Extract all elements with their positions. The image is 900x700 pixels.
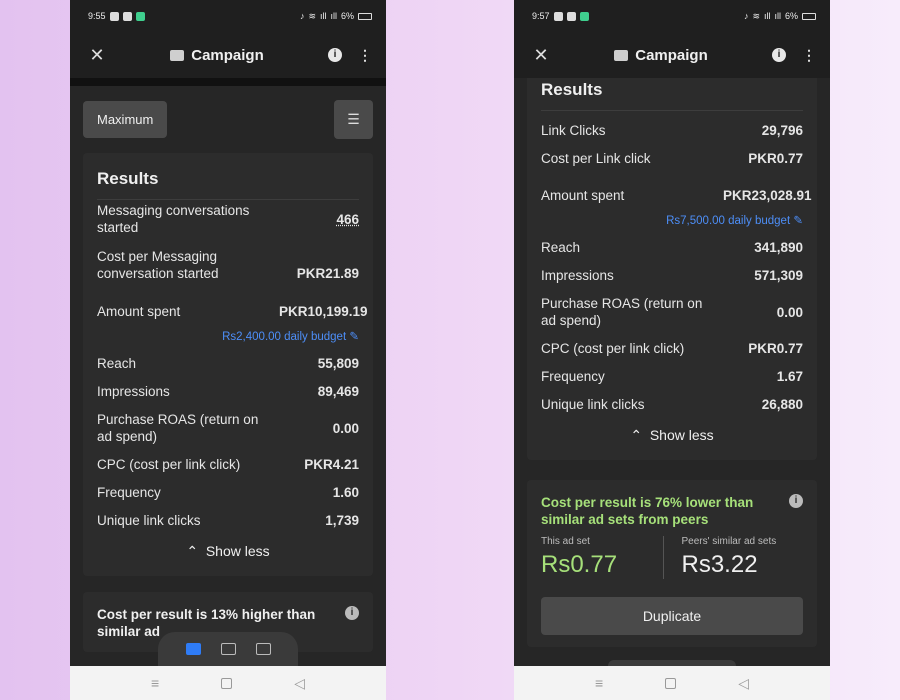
back-icon[interactable]: ◁ <box>294 675 305 692</box>
top-bar: ✕ Campaign i ⋮ <box>514 32 830 78</box>
sliders-icon: ☰ <box>347 111 360 127</box>
battery-percent: 6% <box>340 11 354 21</box>
metric-row: Link Clicks 29,796 <box>541 123 803 138</box>
battery-percent: 6% <box>784 11 798 21</box>
this-ad-set-value: Rs0.77 <box>541 551 618 578</box>
metric-row: CPC (cost per link click) PKR4.21 <box>97 457 359 472</box>
page-title: Campaign <box>170 47 264 64</box>
show-less-button[interactable]: ⌃ Show less <box>97 529 359 566</box>
wifi-icon: ≋ <box>308 10 316 21</box>
status-bar: 9:57 ♪ ≋ ıll ıll 6% <box>514 0 830 32</box>
results-card: Results Messaging conversations started … <box>83 153 373 576</box>
duplicate-button[interactable]: Duplicate <box>541 597 803 635</box>
chevron-up-icon: ⌃ <box>186 543 199 559</box>
tablet-icon[interactable] <box>255 643 271 655</box>
phone-screen-right: 9:57 ♪ ≋ ıll ıll 6% ✕ Campaign i ⋮ Resul… <box>514 0 830 700</box>
battery-icon <box>802 12 816 20</box>
metric-row: Amount spent PKR23,028.91 <box>541 187 812 203</box>
menu-icon[interactable]: ≡ <box>595 675 603 691</box>
menu-icon[interactable]: ≡ <box>151 675 159 691</box>
back-icon[interactable]: ◁ <box>738 675 749 692</box>
metric-row: Messaging conversations started 466 <box>97 203 359 235</box>
scroll-content[interactable]: Results Link Clicks 29,796 Cost per Link… <box>514 78 830 666</box>
peers-value: Rs3.22 <box>681 551 758 578</box>
floating-dock <box>158 632 298 666</box>
peer-comparison-card: Cost per result is 76% lower than simila… <box>527 480 817 647</box>
metric-row: Impressions 89,469 <box>97 384 359 399</box>
info-icon[interactable]: i <box>789 494 803 508</box>
more-vertical-icon[interactable]: ⋮ <box>358 47 372 64</box>
metric-row: Reach 55,809 <box>97 356 359 371</box>
battery-icon <box>358 12 372 20</box>
metric-row: Cost per Messaging conversation started … <box>97 249 359 281</box>
metric-row: Reach 341,890 <box>541 240 803 255</box>
status-time: 9:55 <box>88 11 106 21</box>
metric-row: Frequency 1.60 <box>97 485 359 500</box>
daily-budget-link[interactable]: Rs2,400.00 daily budget ✎ <box>97 328 359 343</box>
signal-icon: ıll <box>319 11 327 21</box>
pencil-icon: ✎ <box>793 215 803 227</box>
signal-icon: ıll <box>763 11 771 21</box>
close-icon[interactable]: ✕ <box>532 45 550 66</box>
peer-headline: Cost per result is 76% lower than simila… <box>541 495 754 527</box>
info-icon[interactable]: i <box>327 48 342 62</box>
maximum-button[interactable]: Maximum <box>83 101 168 138</box>
filter-button[interactable]: ☰ <box>334 100 373 139</box>
metric-row: Cost per Link click PKR0.77 <box>541 151 803 166</box>
phone-screen-left: 9:55 ♪ ≋ ıll ıll 6% ✕ Campaign i ⋮ Maxim… <box>70 0 386 700</box>
folder-icon <box>614 49 629 61</box>
mute-icon: ♪ <box>743 11 749 21</box>
metric-row: Amount spent PKR10,199.19 <box>97 303 368 319</box>
signal-icon-2: ıll <box>330 11 337 21</box>
mute-icon: ♪ <box>299 11 305 21</box>
pencil-icon: ✎ <box>349 331 359 343</box>
info-icon[interactable]: i <box>771 48 786 62</box>
status-time: 9:57 <box>532 11 550 21</box>
divider <box>70 78 386 86</box>
show-less-button[interactable]: ⌃ Show less <box>541 413 803 450</box>
chevron-up-icon: ⌃ <box>630 427 643 443</box>
snapchat-icon <box>566 11 576 21</box>
info-icon[interactable]: i <box>345 606 359 620</box>
metric-row: Purchase ROAS (return on ad spend) 0.00 <box>541 296 803 328</box>
notification-icon <box>109 11 119 21</box>
grid-icon[interactable] <box>220 643 236 655</box>
notification-icon <box>553 11 563 21</box>
system-nav-bar: ≡ ◁ <box>514 666 830 700</box>
metric-row: Unique link clicks 1,739 <box>97 513 359 528</box>
folder-icon[interactable] <box>185 643 201 655</box>
metric-row: Impressions 571,309 <box>541 268 803 283</box>
metric-row: Frequency 1.67 <box>541 369 803 384</box>
metric-row: Unique link clicks 26,880 <box>541 397 803 412</box>
metric-row: CPC (cost per link click) PKR0.77 <box>541 341 803 356</box>
top-bar: ✕ Campaign i ⋮ <box>70 32 386 78</box>
app-icon <box>135 11 145 21</box>
close-icon[interactable]: ✕ <box>88 45 106 66</box>
this-ad-set-column: This ad set Rs0.77 <box>541 536 663 579</box>
scroll-content[interactable]: Maximum ☰ Results Messaging conversation… <box>70 86 386 666</box>
home-icon[interactable] <box>221 677 233 689</box>
snapchat-icon <box>122 11 132 21</box>
metric-row: Purchase ROAS (return on ad spend) 0.00 <box>97 412 359 444</box>
home-icon[interactable] <box>665 677 677 689</box>
wifi-icon: ≋ <box>752 10 760 21</box>
page-title: Campaign <box>614 47 708 64</box>
more-vertical-icon[interactable]: ⋮ <box>802 47 816 64</box>
status-bar: 9:55 ♪ ≋ ıll ıll 6% <box>70 0 386 32</box>
signal-icon-2: ıll <box>774 11 781 21</box>
results-card: Results Link Clicks 29,796 Cost per Link… <box>527 78 817 460</box>
system-nav-bar: ≡ ◁ <box>70 666 386 700</box>
app-icon <box>579 11 589 21</box>
results-title: Results <box>541 78 803 111</box>
folder-icon <box>170 49 185 61</box>
results-title: Results <box>97 153 359 200</box>
daily-budget-link[interactable]: Rs7,500.00 daily budget ✎ <box>541 212 803 227</box>
peers-column: Peers' similar ad sets Rs3.22 <box>662 536 804 579</box>
